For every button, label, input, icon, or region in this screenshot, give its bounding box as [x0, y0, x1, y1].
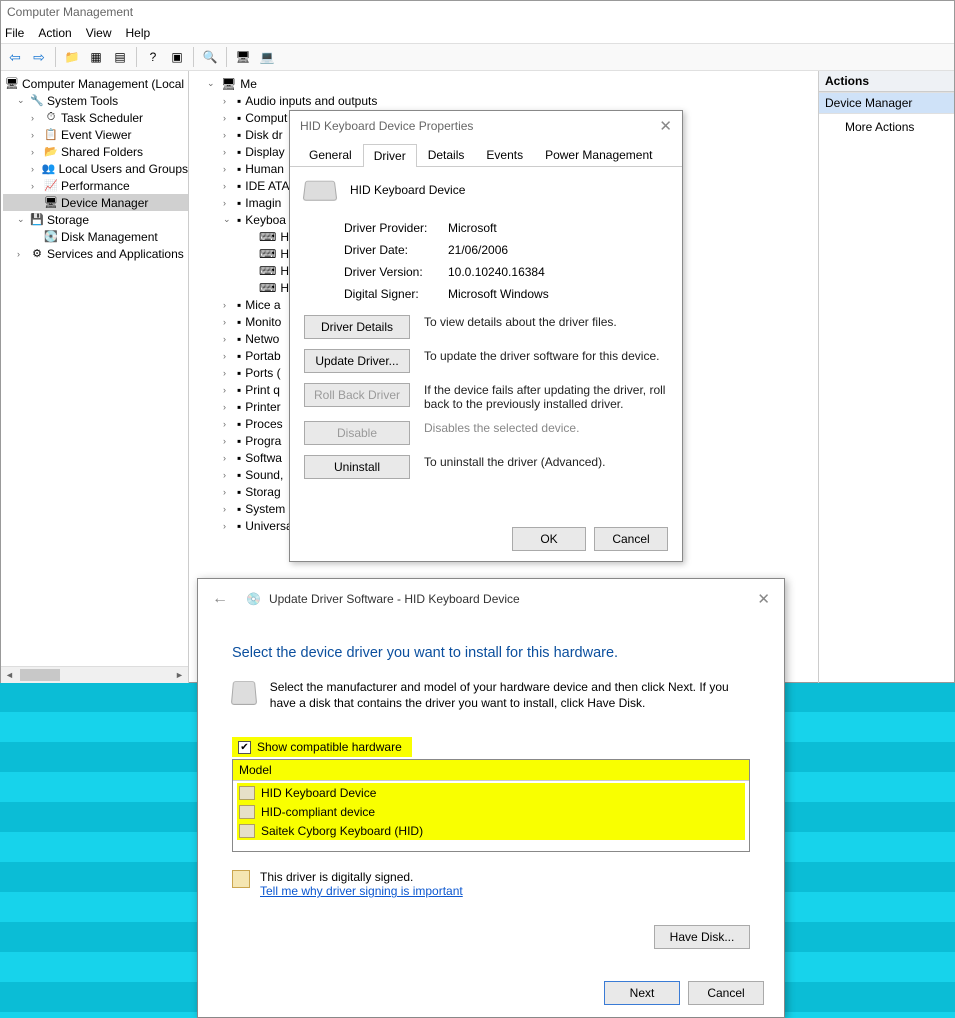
update-driver-button[interactable]: Update Driver... — [304, 349, 410, 373]
separator — [226, 47, 227, 67]
back-button[interactable]: ⇦ — [5, 47, 25, 67]
certificate-icon — [232, 870, 250, 888]
uninstall-button[interactable]: Uninstall — [304, 455, 410, 479]
have-disk-button[interactable]: Have Disk... — [654, 925, 750, 949]
uninstall-desc: To uninstall the driver (Advanced). — [424, 455, 668, 469]
wizard-instruction: Select the manufacturer and model of you… — [270, 679, 750, 711]
tab-power[interactable]: Power Management — [534, 143, 663, 166]
provider-label: Driver Provider: — [344, 221, 448, 235]
tree-services-apps[interactable]: ›⚙Services and Applications — [3, 245, 188, 262]
next-button[interactable]: Next — [604, 981, 680, 1005]
help-icon[interactable]: ? — [143, 47, 163, 67]
toolbar: ⇦ ⇨ 📁 ▦ ▤ ? ▣ 🔍 🖥 💻 — [1, 43, 954, 71]
wizard-title: Update Driver Software - HID Keyboard De… — [269, 592, 520, 606]
driver-details-desc: To view details about the driver files. — [424, 315, 668, 329]
device-name: HID Keyboard Device — [350, 183, 465, 197]
menubar[interactable]: File Action View Help — [1, 23, 954, 43]
folder-icon[interactable]: 📁 — [62, 47, 82, 67]
disable-button: Disable — [304, 421, 410, 445]
view-icon[interactable]: ▦ — [86, 47, 106, 67]
separator — [193, 47, 194, 67]
tab-driver[interactable]: Driver — [363, 144, 417, 167]
separator — [55, 47, 56, 67]
scrollbar-horizontal[interactable]: ◄► — [1, 666, 188, 683]
version-label: Driver Version: — [344, 265, 448, 279]
tree-shared-folders[interactable]: ›📂Shared Folders — [3, 143, 188, 160]
wizard-heading: Select the device driver you want to ins… — [232, 645, 750, 661]
keyboard-icon — [303, 181, 338, 201]
tree-local-users[interactable]: ›👥Local Users and Groups — [3, 160, 188, 177]
cancel-button[interactable]: Cancel — [594, 527, 668, 551]
monitor-icon[interactable]: 🖥 — [233, 47, 253, 67]
show-compatible-label: Show compatible hardware — [257, 740, 402, 754]
update-driver-desc: To update the driver software for this d… — [424, 349, 668, 363]
menu-view[interactable]: View — [86, 26, 112, 40]
checkbox-icon[interactable]: ✔ — [238, 741, 251, 754]
tab-events[interactable]: Events — [475, 143, 534, 166]
tree-performance[interactable]: ›📈Performance — [3, 177, 188, 194]
signed-text: This driver is digitally signed. — [260, 870, 463, 884]
close-icon[interactable]: ✕ — [659, 117, 672, 135]
tree-disk-management[interactable]: 💽Disk Management — [3, 228, 188, 245]
provider-value: Microsoft — [448, 221, 497, 235]
left-tree-pane[interactable]: 🖥Computer Management (Local ⌄🔧System Too… — [1, 71, 189, 683]
signing-info-link[interactable]: Tell me why driver signing is important — [260, 884, 463, 898]
tab-strip: General Driver Details Events Power Mana… — [290, 143, 682, 167]
scan-icon[interactable]: 🔍 — [200, 47, 220, 67]
model-listbox[interactable]: Model HID Keyboard DeviceHID-compliant d… — [232, 759, 750, 852]
device-icon[interactable]: 💻 — [257, 47, 277, 67]
window-titlebar: Computer Management — [1, 1, 954, 23]
tree-storage[interactable]: ⌄💾Storage — [3, 211, 188, 228]
tree-task-scheduler[interactable]: ›⏱Task Scheduler — [3, 109, 188, 126]
menu-action[interactable]: Action — [38, 26, 71, 40]
device-properties-dialog: HID Keyboard Device Properties ✕ General… — [289, 110, 683, 562]
wizard-cancel-button[interactable]: Cancel — [688, 981, 764, 1005]
rollback-driver-button: Roll Back Driver — [304, 383, 410, 407]
tree-root[interactable]: 🖥Computer Management (Local — [3, 75, 188, 92]
disable-desc: Disables the selected device. — [424, 421, 668, 435]
signer-value: Microsoft Windows — [448, 287, 549, 301]
menu-help[interactable]: Help — [126, 26, 151, 40]
keyboard-icon — [231, 681, 257, 705]
driver-icon — [239, 824, 255, 838]
device-root[interactable]: ⌄🖥Me — [195, 75, 818, 92]
menu-file[interactable]: File — [5, 26, 24, 40]
disk-icon: 💿 — [246, 592, 261, 606]
close-icon[interactable]: ✕ — [757, 590, 770, 608]
props-icon[interactable]: ▣ — [167, 47, 187, 67]
window-title: Computer Management — [7, 5, 133, 19]
back-arrow-icon[interactable]: ← — [212, 590, 228, 608]
forward-button[interactable]: ⇨ — [29, 47, 49, 67]
actions-pane: Actions Device Manager More Actions — [819, 71, 954, 683]
tab-details[interactable]: Details — [417, 143, 476, 166]
model-list-item[interactable]: Saitek Cyborg Keyboard (HID) — [237, 821, 745, 840]
driver-details-button[interactable]: Driver Details — [304, 315, 410, 339]
driver-icon — [239, 805, 255, 819]
driver-icon — [239, 786, 255, 800]
tree-device-manager[interactable]: 🖥Device Manager — [3, 194, 188, 211]
model-header: Model — [233, 760, 749, 781]
actions-more[interactable]: More Actions — [819, 114, 954, 140]
show-compatible-checkbox[interactable]: ✔ Show compatible hardware — [234, 738, 406, 756]
tab-general[interactable]: General — [298, 143, 363, 166]
version-value: 10.0.10240.16384 — [448, 265, 545, 279]
model-list-item[interactable]: HID-compliant device — [237, 802, 745, 821]
date-label: Driver Date: — [344, 243, 448, 257]
device-tree-item[interactable]: ›▪Audio inputs and outputs — [195, 92, 818, 109]
signer-label: Digital Signer: — [344, 287, 448, 301]
actions-selected[interactable]: Device Manager — [819, 92, 954, 114]
list-icon[interactable]: ▤ — [110, 47, 130, 67]
model-list-item[interactable]: HID Keyboard Device — [237, 783, 745, 802]
dialog-title: HID Keyboard Device Properties — [300, 119, 473, 133]
separator — [136, 47, 137, 67]
update-driver-wizard: ← 💿 Update Driver Software - HID Keyboar… — [197, 578, 785, 1018]
actions-header: Actions — [819, 71, 954, 92]
tree-event-viewer[interactable]: ›📋Event Viewer — [3, 126, 188, 143]
ok-button[interactable]: OK — [512, 527, 586, 551]
tree-system-tools[interactable]: ⌄🔧System Tools — [3, 92, 188, 109]
rollback-driver-desc: If the device fails after updating the d… — [424, 383, 668, 411]
date-value: 21/06/2006 — [448, 243, 508, 257]
